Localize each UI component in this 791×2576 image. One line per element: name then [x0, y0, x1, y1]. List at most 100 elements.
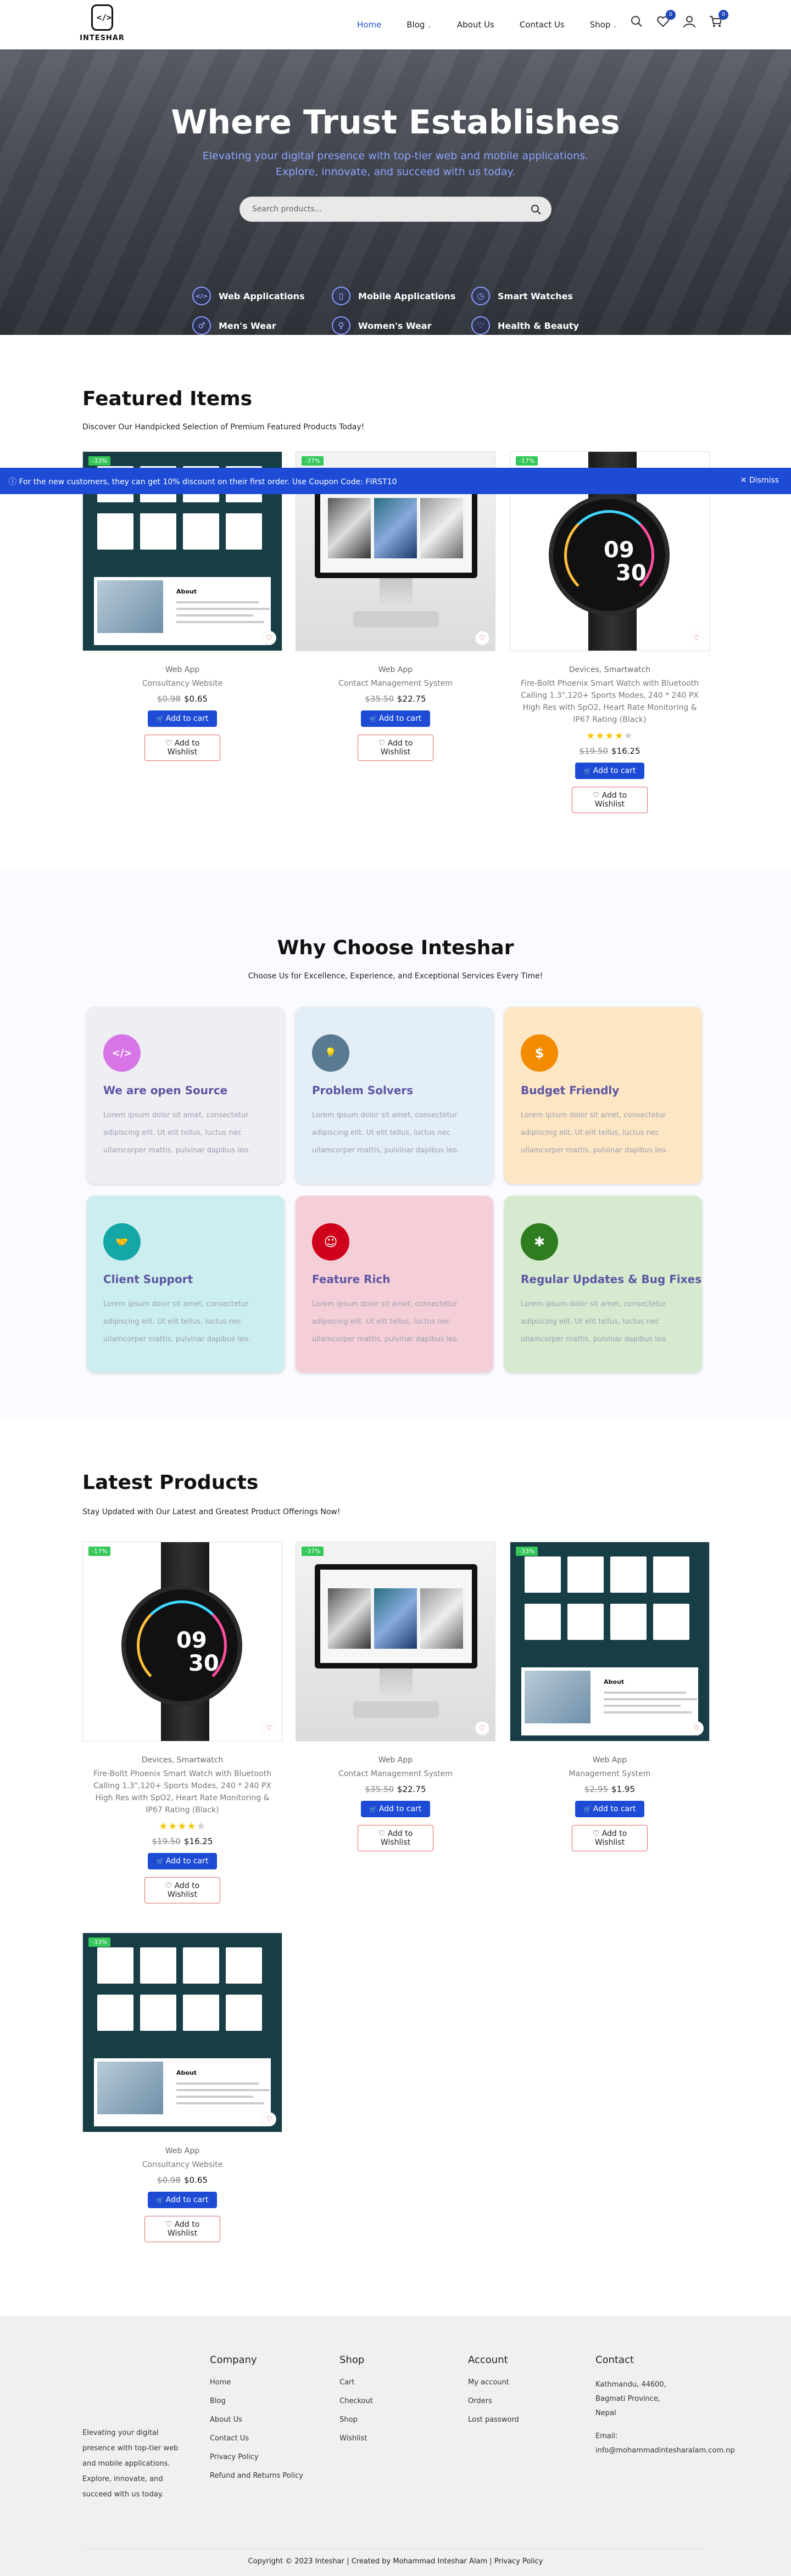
add-to-cart-button[interactable]: 🛒 Add to cart: [147, 2192, 218, 2208]
product-name[interactable]: Consultancy Website: [89, 677, 276, 690]
add-to-wishlist-button[interactable]: ♡ Add to Wishlist: [358, 735, 433, 761]
product-name[interactable]: Management System: [516, 1768, 703, 1780]
add-to-cart-button[interactable]: 🛒 Add to cart: [360, 710, 431, 727]
footer-link[interactable]: My account: [468, 2378, 578, 2388]
heart-icon[interactable]: ♡: [689, 1721, 704, 1735]
site-footer: Elevating your digital presence with top…: [0, 2316, 791, 2576]
nav-item-home[interactable]: Home: [357, 20, 381, 30]
footer-link[interactable]: Blog: [210, 2396, 320, 2406]
site-header: </> INTESHAR Home Blog ⌄ About Us Contact Us…: [0, 0, 791, 49]
product-name[interactable]: Consultancy Website: [89, 2159, 276, 2171]
hero-search-input[interactable]: Search products...: [239, 197, 552, 222]
nav-item-label: Blog: [406, 20, 425, 30]
product-category[interactable]: Web App: [82, 2147, 282, 2155]
product-price: $19.50 $16.25: [82, 1836, 282, 1846]
footer-column-title: Account: [468, 2354, 508, 2366]
search-icon[interactable]: [630, 14, 644, 29]
category-label: Women's Wear: [358, 320, 432, 331]
footer-link[interactable]: Lost password: [468, 2415, 578, 2425]
category-mobile-applications[interactable]: ▯ Mobile Applications: [332, 287, 455, 305]
smartwatch-image: 09 30: [83, 1542, 282, 1741]
category-men-s-wear[interactable]: ♂ Men's Wear: [192, 316, 276, 335]
header-actions: 0 0: [630, 10, 728, 29]
current-price: $1.95: [611, 1784, 635, 1794]
product-image[interactable]: -37% ♡: [296, 1542, 495, 1741]
search-icon[interactable]: [530, 204, 542, 216]
product-name[interactable]: Fire-Boltt Phoenix Smart Watch with Blue…: [89, 1768, 276, 1816]
footer-link[interactable]: Home: [210, 2378, 320, 2388]
product-category[interactable]: Web App: [296, 665, 495, 674]
cart-icon: 🛒: [369, 715, 379, 723]
product-category[interactable]: Devices, Smartwatch: [510, 665, 710, 674]
footer-link[interactable]: Cart: [339, 2378, 449, 2388]
handshake-icon: 🤝: [103, 1223, 141, 1261]
footer-link[interactable]: About Us: [210, 2415, 320, 2425]
footer-link[interactable]: Checkout: [339, 2396, 449, 2406]
account-icon[interactable]: [682, 14, 697, 29]
product-category[interactable]: Web App: [296, 1756, 495, 1765]
footer-link[interactable]: Wishlist: [339, 2434, 449, 2444]
footer-column-company: Company Home Blog About Us Contact Us Privacy…: [210, 2354, 320, 2490]
add-to-cart-button[interactable]: 🛒 Add to cart: [147, 710, 218, 727]
product-name[interactable]: Fire-Boltt Phoenix Smart Watch with Blue…: [516, 677, 703, 726]
add-to-wishlist-button[interactable]: ♡ Add to Wishlist: [144, 735, 220, 761]
chevron-down-icon: ⌄: [427, 23, 432, 29]
category-women-s-wear[interactable]: ♀ Women's Wear: [332, 316, 432, 335]
add-to-cart-button[interactable]: 🛒 Add to cart: [575, 763, 645, 779]
dismiss-button[interactable]: ✕ Dismiss: [740, 476, 779, 485]
heart-icon[interactable]: ♡: [262, 631, 276, 645]
heart-icon[interactable]: ♡: [475, 631, 489, 645]
nav-item-label: Contact Us: [519, 20, 565, 30]
add-to-wishlist-button[interactable]: ♡ Add to Wishlist: [358, 1825, 433, 1851]
sale-badge: -33%: [516, 1547, 538, 1556]
add-to-wishlist-button[interactable]: ♡ Add to Wishlist: [572, 787, 648, 813]
footer-link[interactable]: Contact Us: [210, 2434, 320, 2444]
search-placeholder: Search products...: [252, 205, 322, 214]
footer-link: Kathmandu, 44600, Bagmati Province, Nepa…: [595, 2381, 666, 2417]
product-image[interactable]: About -33% ♡: [510, 1542, 710, 1741]
footer-link: Email: info@mohammadintesharalam.com.np: [595, 2432, 735, 2455]
heart-icon[interactable]: ♡: [262, 2112, 276, 2126]
footer-link[interactable]: Orders: [468, 2396, 578, 2406]
nav-item-shop[interactable]: Shop ⌄: [590, 20, 617, 30]
category-health-beauty[interactable]: ♡ Health & Beauty: [471, 316, 579, 335]
footer-link[interactable]: Privacy Policy: [210, 2452, 320, 2462]
heart-icon[interactable]: ♡: [262, 1721, 276, 1735]
product-category[interactable]: Web App: [510, 1756, 710, 1765]
add-to-cart-button[interactable]: 🛒 Add to cart: [147, 1853, 218, 1869]
latest-subtitle: Stay Updated with Our Latest and Greates…: [82, 1508, 341, 1516]
featured-title: Featured Items: [82, 388, 253, 410]
category-smart-watches[interactable]: ◷ Smart Watches: [471, 287, 573, 305]
nav-item-blog[interactable]: Blog ⌄: [406, 20, 432, 30]
dismiss-label: Dismiss: [749, 476, 779, 485]
footer-link[interactable]: Shop: [339, 2415, 449, 2425]
product-image[interactable]: About -33% ♡: [82, 1933, 282, 2132]
cart-icon[interactable]: 0: [709, 10, 728, 29]
product-category[interactable]: Web App: [82, 665, 282, 674]
category-web-applications[interactable]: </> Web Applications: [192, 287, 305, 305]
add-to-wishlist-button[interactable]: ♡ Add to Wishlist: [572, 1825, 648, 1851]
product-category[interactable]: Devices, Smartwatch: [82, 1756, 282, 1765]
cart-count-badge: 0: [718, 10, 728, 20]
heart-icon: ♡: [471, 316, 490, 335]
code-icon: </>: [192, 287, 211, 305]
footer-link[interactable]: Refund and Returns Policy: [210, 2471, 320, 2481]
product-image[interactable]: 09 30 -17% ♡: [82, 1542, 282, 1741]
nav-item-contact-us[interactable]: Contact Us: [520, 20, 565, 30]
old-price: $0.98: [157, 694, 181, 704]
product-name[interactable]: Contact Management System: [302, 677, 489, 690]
feature-title: Feature Rich: [312, 1273, 391, 1286]
add-to-wishlist-button[interactable]: ♡ Add to Wishlist: [144, 2216, 220, 2242]
site-logo[interactable]: </> INTESHAR: [77, 4, 127, 44]
add-to-cart-button[interactable]: 🛒 Add to cart: [360, 1801, 431, 1817]
heart-icon[interactable]: ♡: [689, 631, 704, 645]
heart-icon[interactable]: ♡: [475, 1721, 489, 1735]
add-to-wishlist-button[interactable]: ♡ Add to Wishlist: [144, 1877, 220, 1903]
footer-column-title: Contact: [595, 2354, 634, 2366]
add-to-cart-label: Add to cart: [378, 1805, 422, 1813]
wishlist-icon[interactable]: 0: [656, 10, 676, 29]
add-to-cart-button[interactable]: 🛒 Add to cart: [575, 1801, 645, 1817]
product-name[interactable]: Contact Management System: [302, 1768, 489, 1780]
cart-icon: 🛒: [369, 1806, 379, 1813]
nav-item-about-us[interactable]: About Us: [457, 20, 494, 30]
